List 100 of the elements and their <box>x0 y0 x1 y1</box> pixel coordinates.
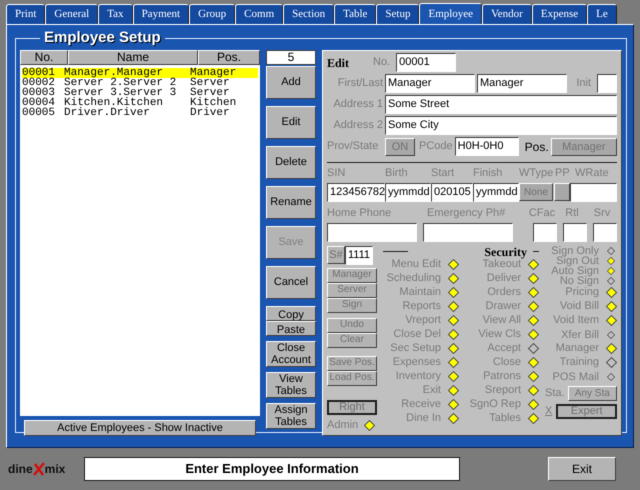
postal-code-field[interactable]: H0H-0H0 <box>454 137 519 156</box>
start-field[interactable]: 020105 <box>431 182 473 202</box>
action-button[interactable]: Assign Tables <box>266 402 316 428</box>
number-field[interactable]: 00001 <box>396 53 456 72</box>
on-diamond-icon[interactable] <box>606 315 616 326</box>
on-diamond-icon[interactable] <box>528 287 538 298</box>
employee-row[interactable]: 00005 Driver.Driver Driver <box>22 108 258 118</box>
off-diamond-icon[interactable] <box>606 357 616 368</box>
employee-row[interactable]: 00002 Server 2.Server 2 Server <box>22 78 258 88</box>
on-diamond-icon[interactable] <box>606 287 616 298</box>
action-button[interactable]: Paste <box>266 320 316 336</box>
employee-row[interactable]: 00004 Kitchen.Kitchen Kitchen <box>22 98 258 108</box>
on-diamond-icon[interactable] <box>448 399 458 410</box>
on-diamond-icon[interactable] <box>448 371 458 382</box>
first-name-field[interactable]: Manager <box>385 74 475 93</box>
s-number-field[interactable]: 1111 <box>345 246 373 264</box>
tab[interactable]: Group <box>189 4 236 24</box>
on-diamond-icon[interactable] <box>448 385 458 396</box>
on-diamond-icon[interactable] <box>528 357 538 368</box>
pay-period-button[interactable] <box>554 183 570 201</box>
tab[interactable]: Le <box>587 4 617 24</box>
on-diamond-icon[interactable] <box>528 301 538 312</box>
tab[interactable]: Expense <box>532 4 588 24</box>
permission-label: Inventory <box>396 370 441 383</box>
column-header[interactable]: Pos. <box>198 50 260 64</box>
srv-field[interactable] <box>593 222 617 242</box>
column-label: Home Phone <box>327 206 392 220</box>
action-button[interactable]: Add <box>266 66 316 98</box>
emergency-phone-field[interactable] <box>423 222 513 242</box>
off-diamond-icon[interactable] <box>607 372 615 380</box>
tab[interactable]: Comm <box>235 4 284 24</box>
on-diamond-icon[interactable] <box>448 273 458 284</box>
tab[interactable]: Payment <box>132 4 190 24</box>
action-button[interactable]: Cancel <box>266 266 316 298</box>
status-field: Enter Employee Information <box>84 457 460 481</box>
on-diamond-icon[interactable] <box>448 357 458 368</box>
off-diamond-icon[interactable] <box>528 343 538 354</box>
prov-state-label: Prov/State <box>327 140 380 153</box>
on-diamond-icon[interactable] <box>607 266 615 274</box>
sin-field[interactable]: 123456782 <box>327 182 385 202</box>
on-diamond-icon[interactable] <box>364 420 376 430</box>
action-button[interactable]: Copy <box>266 306 316 320</box>
off-diamond-icon[interactable] <box>607 246 615 254</box>
tab[interactable]: General <box>45 4 98 24</box>
employee-row[interactable]: 00001 Manager.Manager Manager <box>22 68 258 78</box>
permission-label: Deliver <box>486 272 521 285</box>
action-button[interactable]: Rename <box>266 186 316 218</box>
on-diamond-icon[interactable] <box>528 315 538 326</box>
permission-label: Maintain <box>399 286 441 299</box>
permission-label: Expenses <box>392 356 441 369</box>
tab[interactable]: Table <box>334 4 376 24</box>
permission-label: Orders <box>487 286 521 299</box>
finish-field[interactable]: yymmdd <box>473 182 519 202</box>
on-diamond-icon[interactable] <box>448 329 458 340</box>
exit-button[interactable]: Exit <box>548 457 616 481</box>
on-diamond-icon[interactable] <box>448 413 458 424</box>
on-diamond-icon[interactable] <box>448 315 458 326</box>
on-diamond-icon[interactable] <box>607 256 615 264</box>
on-diamond-icon[interactable] <box>528 259 538 270</box>
action-button[interactable]: Delete <box>266 146 316 178</box>
off-diamond-icon[interactable] <box>607 330 615 338</box>
rtl-field[interactable] <box>563 222 587 242</box>
on-diamond-icon[interactable] <box>606 343 616 354</box>
on-diamond-icon[interactable] <box>528 399 538 410</box>
permission-label: Scheduling <box>386 272 441 285</box>
birth-field[interactable]: yymmdd <box>385 182 431 202</box>
tab[interactable]: Section <box>283 4 334 24</box>
on-diamond-icon[interactable] <box>528 385 538 396</box>
on-diamond-icon[interactable] <box>528 371 538 382</box>
first-last-label: First/Last <box>336 77 383 90</box>
column-header[interactable]: Name <box>68 50 198 64</box>
on-diamond-icon[interactable] <box>448 287 458 298</box>
wage-rate-field[interactable] <box>570 182 617 202</box>
cfac-field[interactable] <box>533 222 557 242</box>
last-name-field[interactable]: Manager <box>477 74 567 93</box>
action-button[interactable]: Close Account <box>266 340 316 366</box>
on-diamond-icon[interactable] <box>606 301 616 312</box>
on-diamond-icon[interactable] <box>448 343 458 354</box>
permission-label: Accept <box>487 342 521 355</box>
employee-row[interactable]: 00003 Server 3.Server 3 Server <box>22 88 258 98</box>
on-diamond-icon[interactable] <box>528 413 538 424</box>
address-field[interactable]: Some City <box>385 116 617 135</box>
column-header[interactable]: No. <box>20 50 68 64</box>
on-diamond-icon[interactable] <box>528 273 538 284</box>
off-diamond-icon[interactable] <box>607 276 615 284</box>
tab[interactable]: Tax <box>98 4 133 24</box>
tab[interactable]: Setup <box>376 4 420 24</box>
permission-label: Takeout <box>482 258 521 271</box>
tab[interactable]: Vendor <box>482 4 532 24</box>
action-button[interactable]: Edit <box>266 106 316 138</box>
address-field[interactable]: Some Street <box>385 95 617 114</box>
home-phone-field[interactable] <box>327 222 417 242</box>
initial-field[interactable] <box>597 74 617 93</box>
on-diamond-icon[interactable] <box>448 259 458 270</box>
tab[interactable]: Employee <box>419 3 482 24</box>
action-button[interactable]: View Tables <box>266 372 316 398</box>
on-diamond-icon[interactable] <box>448 301 458 312</box>
tab[interactable]: Print <box>6 4 46 24</box>
on-diamond-icon[interactable] <box>528 329 538 340</box>
permission-label: Void Item <box>553 314 599 327</box>
